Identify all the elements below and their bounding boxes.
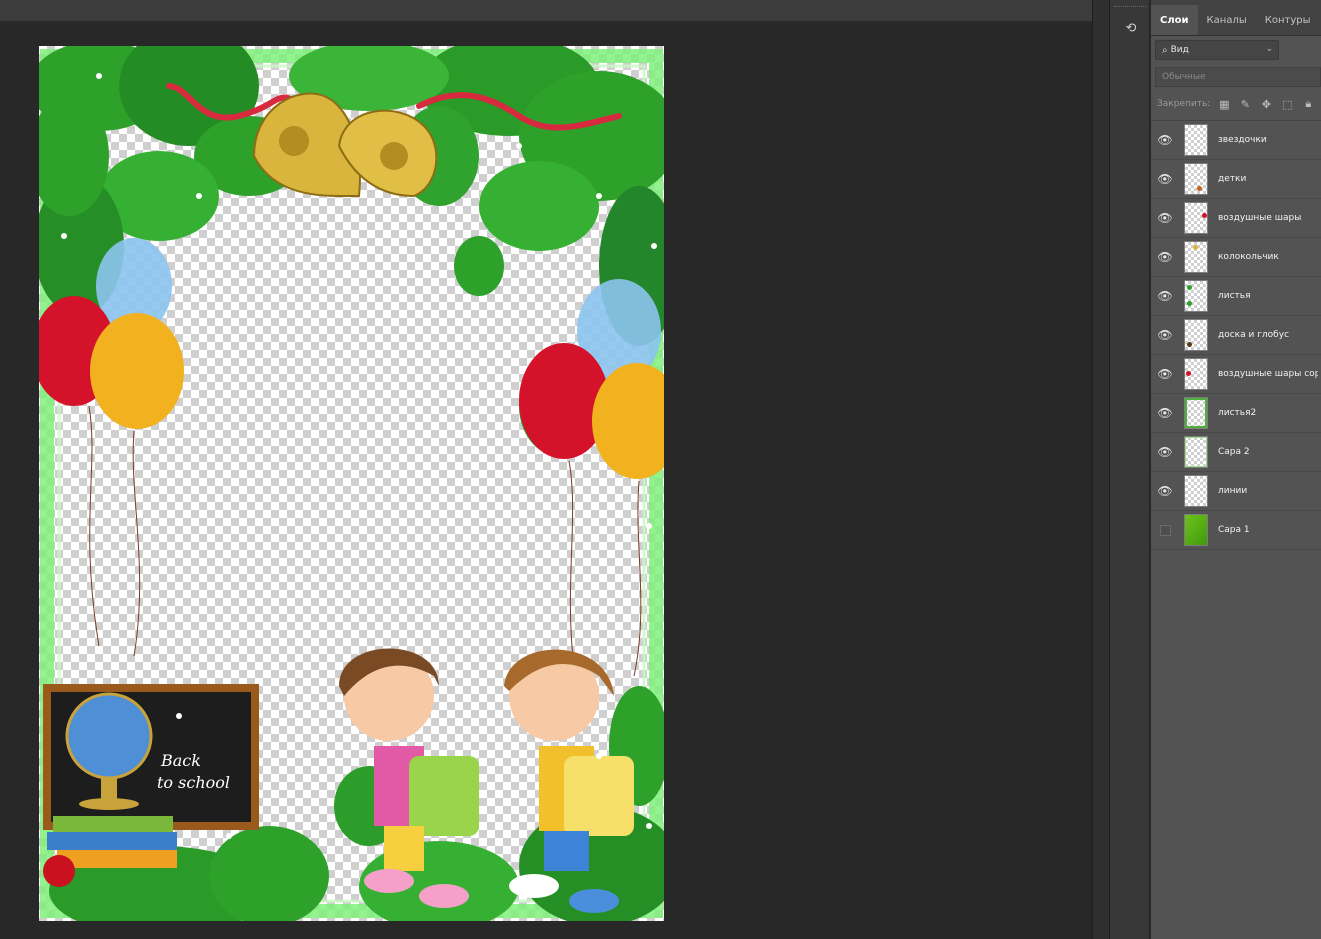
lock-label: Закрепить: [1157,99,1211,109]
eye-icon[interactable]: 👁︎ [1151,445,1179,459]
canvas-artwork: Back to school [39,46,664,921]
layer-row[interactable]: 👁︎ воздушные шары [1151,199,1321,238]
chalkboard-text-2: to school [157,773,230,792]
eye-icon[interactable]: 👁︎ [1151,406,1179,420]
layer-name: листья [1218,291,1251,301]
layer-filter-select[interactable]: ⌕ Вид ⌄ [1155,40,1279,60]
layer-row[interactable]: 👁︎ листья2 [1151,394,1321,433]
layers-panel: Слои Каналы Контуры ⌕ Вид ⌄ Обычные Закр… [1151,0,1321,939]
layer-thumbnail [1184,202,1208,234]
tab-channels[interactable]: Каналы [1198,5,1256,35]
layer-row[interactable]: 👁︎ доска и глобус [1151,316,1321,355]
layers-list: 👁︎ звездочки 👁︎ детки 👁︎ воздушные шары … [1151,120,1321,550]
layer-row[interactable]: 👁︎ воздушные шары copy [1151,355,1321,394]
left-balloons [39,238,184,657]
panel-tabs: Слои Каналы Контуры [1151,0,1321,36]
layer-filter-label: Вид [1170,45,1189,55]
layer-thumbnail [1184,358,1208,390]
blend-mode-select[interactable]: Обычные [1155,67,1321,87]
lock-pixels-icon[interactable]: ✎ [1238,98,1252,111]
lock-position-icon[interactable]: ✥ [1259,98,1273,111]
layer-thumbnail [1184,241,1208,273]
eye-icon[interactable]: 👁︎ [1151,211,1179,225]
lock-all-icon[interactable]: 🔒︎ [1301,97,1315,111]
search-icon: ⌕ [1162,44,1168,56]
layer-name: детки [1218,174,1247,184]
layer-row[interactable]: 👁︎ звездочки [1151,121,1321,160]
layer-thumbnail [1184,124,1208,156]
lock-row: Закрепить: ▦ ✎ ✥ ⬚ 🔒︎ [1151,92,1321,116]
layer-name: Сара 2 [1218,447,1250,457]
layer-row[interactable]: Сара 1 [1151,511,1321,550]
layer-name: Сара 1 [1218,525,1250,535]
layer-thumbnail [1184,397,1208,429]
layer-row[interactable]: 👁︎ Сара 2 [1151,433,1321,472]
layer-row[interactable]: 👁︎ детки [1151,160,1321,199]
panel-gutter [1092,0,1110,939]
layer-row[interactable]: 👁︎ линии [1151,472,1321,511]
layer-name: листья2 [1218,408,1257,418]
layer-name: воздушные шары [1218,213,1302,223]
layer-name: линии [1218,486,1248,496]
history-panel-icon[interactable]: ⟲ [1120,16,1142,40]
layer-thumbnail [1184,514,1208,546]
layer-name: доска и глобус [1218,330,1290,340]
lock-artboard-icon[interactable]: ⬚ [1280,98,1294,111]
layer-row[interactable]: 👁︎ листья [1151,277,1321,316]
eye-icon[interactable]: 👁︎ [1151,172,1179,186]
tab-layers[interactable]: Слои [1151,5,1198,35]
chevron-down-icon: ⌄ [1265,44,1273,54]
layer-name: воздушные шары copy [1218,369,1318,379]
visibility-toggle-box[interactable] [1151,524,1179,536]
photoshop-window: Back to school ⟲ Слои Каналы Контуры ⌕ В… [0,0,1321,939]
eye-icon[interactable]: 👁︎ [1151,484,1179,498]
tab-paths[interactable]: Контуры [1256,5,1320,35]
dock-grip[interactable] [1114,6,1146,10]
layer-thumbnail [1184,319,1208,351]
layer-name: колокольчик [1218,252,1279,262]
eye-icon[interactable]: 👁︎ [1151,250,1179,264]
layer-name: звездочки [1218,135,1267,145]
eye-icon[interactable]: 👁︎ [1151,289,1179,303]
layer-thumbnail [1184,475,1208,507]
right-balloons [519,279,664,677]
panel-dock-column: ⟲ [1110,0,1150,939]
eye-icon[interactable]: 👁︎ [1151,328,1179,342]
layer-thumbnail [1184,163,1208,195]
layer-row[interactable]: 👁︎ колокольчик [1151,238,1321,277]
chalkboard-text-1: Back [160,751,201,770]
document-canvas[interactable]: Back to school [39,46,664,921]
eye-icon[interactable]: 👁︎ [1151,367,1179,381]
eye-icon[interactable]: 👁︎ [1151,133,1179,147]
layer-thumbnail [1184,436,1208,468]
lock-transparency-icon[interactable]: ▦ [1217,98,1231,111]
layer-thumbnail [1184,280,1208,312]
options-bar [0,0,1092,22]
